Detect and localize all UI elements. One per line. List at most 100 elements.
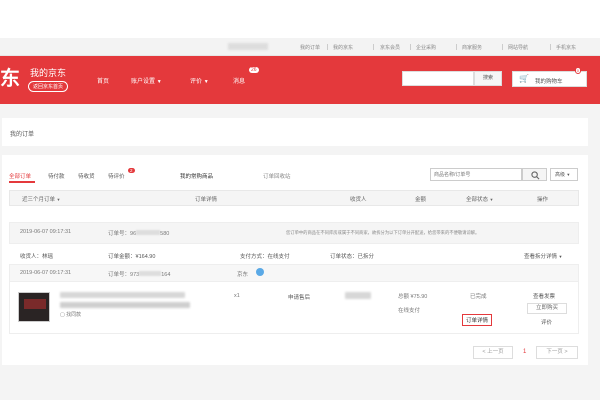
top-link-merchant[interactable]: 商家服务: [462, 44, 482, 51]
nav-label: 账户设置: [131, 79, 156, 85]
product-image-highlight: [24, 299, 46, 309]
payment-type: 在线支付: [398, 308, 421, 314]
status-filter-label: 全部状态: [466, 197, 489, 203]
nav-reviews[interactable]: 评价 ▼: [190, 76, 209, 85]
order-number-tail: 164: [161, 272, 171, 278]
my-jd-title[interactable]: 我的京东: [30, 66, 66, 79]
review-link[interactable]: 评价: [541, 318, 552, 326]
order-total: 总额 ¥75.90: [398, 292, 427, 300]
top-link-my-jd[interactable]: 我的京东: [333, 44, 353, 51]
pending-review-badge: 2: [128, 168, 135, 173]
period-filter[interactable]: 近三个月订单 ▼: [22, 195, 61, 203]
product-title-blurred: [60, 292, 185, 298]
separator: [456, 44, 457, 50]
tab-pending-review[interactable]: 待评价: [108, 172, 125, 180]
view-split-label: 查看拆分详情: [524, 254, 558, 260]
tab-frequent-items[interactable]: 我的常购商品: [180, 172, 213, 180]
message-count-badge: 26: [249, 67, 259, 73]
header-search-input[interactable]: [402, 71, 474, 86]
amount-value: ¥164.90: [135, 254, 156, 260]
after-sales-link[interactable]: 申请售后: [288, 293, 310, 301]
pagination-next[interactable]: 下一页 >: [536, 346, 578, 359]
nav-messages[interactable]: 消息: [233, 76, 245, 85]
order-number-head: 973: [130, 272, 140, 278]
page-title-panel: 我的订单: [2, 118, 588, 146]
amount-label: 订单金额：: [108, 254, 136, 260]
product-image[interactable]: [18, 292, 50, 322]
product-title-blurred: [60, 302, 190, 308]
order-status: 订单状态：已拆分: [330, 254, 375, 260]
chevron-down-icon: ▼: [203, 79, 209, 85]
chevron-down-icon: ▼: [156, 79, 162, 85]
receiver-blurred: [345, 292, 371, 299]
order-number-tail: 580: [160, 231, 170, 237]
back-home-button[interactable]: 返回京东首页: [28, 81, 69, 92]
split-notice: 您订单中的商品在不同库房或属于不同商家，故拆分为以下订单分开配送，给您带来的不便…: [286, 230, 480, 235]
nav-home[interactable]: 首页: [97, 76, 109, 85]
top-link-site-nav[interactable]: 网站导航: [508, 44, 528, 51]
column-receiver: 收货人: [350, 197, 367, 203]
buy-again-button[interactable]: 立即购买: [527, 303, 567, 314]
shop-name[interactable]: 京东: [237, 270, 248, 278]
parent-order-number: 订单号：96 580: [108, 229, 169, 237]
advanced-label: 高级: [555, 172, 566, 178]
separator: [373, 44, 374, 50]
pagination-prev[interactable]: < 上一页: [473, 346, 513, 359]
parent-order-time: 2019-06-07 09:17:31: [20, 229, 72, 235]
tab-pending-receipt[interactable]: 待收货: [78, 172, 95, 180]
top-link-my-orders[interactable]: 我的订单: [300, 44, 320, 51]
top-link-mobile[interactable]: 手机京东: [556, 44, 576, 51]
chevron-down-icon: ▼: [56, 197, 61, 202]
nav-account-settings[interactable]: 账户设置 ▼: [131, 76, 162, 85]
order-amount: 订单金额：¥164.90: [108, 252, 155, 260]
view-invoice-link[interactable]: 查看发票: [533, 292, 555, 300]
tab-pending-payment[interactable]: 待付款: [48, 172, 65, 180]
cart-count-badge: 0: [574, 67, 581, 74]
top-link-jd-member[interactable]: 京东会员: [380, 44, 400, 51]
view-split-details-link[interactable]: 查看拆分详情 ▼: [524, 252, 563, 260]
find-similar-label: 找同款: [66, 312, 82, 318]
item-quantity: x1: [234, 293, 240, 299]
nav-label: 评价: [190, 79, 203, 85]
jd-logo[interactable]: 东: [0, 68, 20, 88]
chat-icon[interactable]: [256, 268, 264, 276]
find-similar-link[interactable]: ▢ 找同款: [60, 311, 81, 318]
separator: [327, 44, 328, 50]
column-amount: 金额: [415, 197, 427, 203]
pagination-current[interactable]: 1: [523, 349, 526, 355]
separator: [502, 44, 503, 50]
total-value: ¥75.90: [410, 294, 428, 300]
order-number-label: 订单号：: [108, 272, 131, 278]
receiver-name: 收货人：林瑶: [20, 254, 54, 260]
header-search-button[interactable]: 搜索: [474, 71, 502, 86]
tab-recycle-bin[interactable]: 订单回收站: [263, 172, 291, 180]
order-number-label: 订单号：: [108, 231, 131, 237]
column-order-details: 订单详情: [195, 197, 218, 203]
sub-order-header: [9, 264, 579, 282]
order-number-blurred: [136, 230, 161, 235]
tab-all-orders[interactable]: 全部订单: [9, 172, 31, 180]
column-action: 操作: [537, 197, 549, 203]
sub-order-time: 2019-06-07 09:17:31: [20, 270, 72, 276]
site-header: 东 我的京东 返回京东首页 首页 账户设置 ▼ 评价 ▼ 消息 26 搜索 🛒 …: [0, 56, 600, 104]
order-number-blurred: [139, 271, 162, 276]
active-tab-underline: [9, 181, 35, 183]
chevron-down-icon: ▼: [558, 254, 563, 259]
separator: [550, 44, 551, 50]
period-label: 近三个月订单: [22, 197, 56, 203]
order-search-button[interactable]: [522, 168, 547, 181]
search-icon: [531, 171, 540, 180]
cart-icon: 🛒: [519, 74, 529, 83]
payment-method: 支付方式：在线支付: [240, 254, 290, 260]
top-link-enterprise[interactable]: 企业采购: [416, 44, 436, 51]
separator: [410, 44, 411, 50]
cart-button[interactable]: 🛒 我的购物车 0: [512, 67, 587, 87]
top-utility-bar: 我的订单 我的京东 京东会员 企业采购 商家服务 网站导航 手机京东: [0, 38, 600, 56]
order-details-link[interactable]: 订单详情: [462, 314, 493, 326]
chevron-down-icon: ▼: [566, 172, 571, 177]
page-title: 我的订单: [10, 132, 35, 138]
user-name-blurred: [228, 43, 268, 50]
advanced-search-button[interactable]: 高级 ▼: [550, 168, 578, 181]
order-search-input[interactable]: [430, 168, 522, 181]
status-filter[interactable]: 全部状态 ▼: [466, 195, 494, 203]
